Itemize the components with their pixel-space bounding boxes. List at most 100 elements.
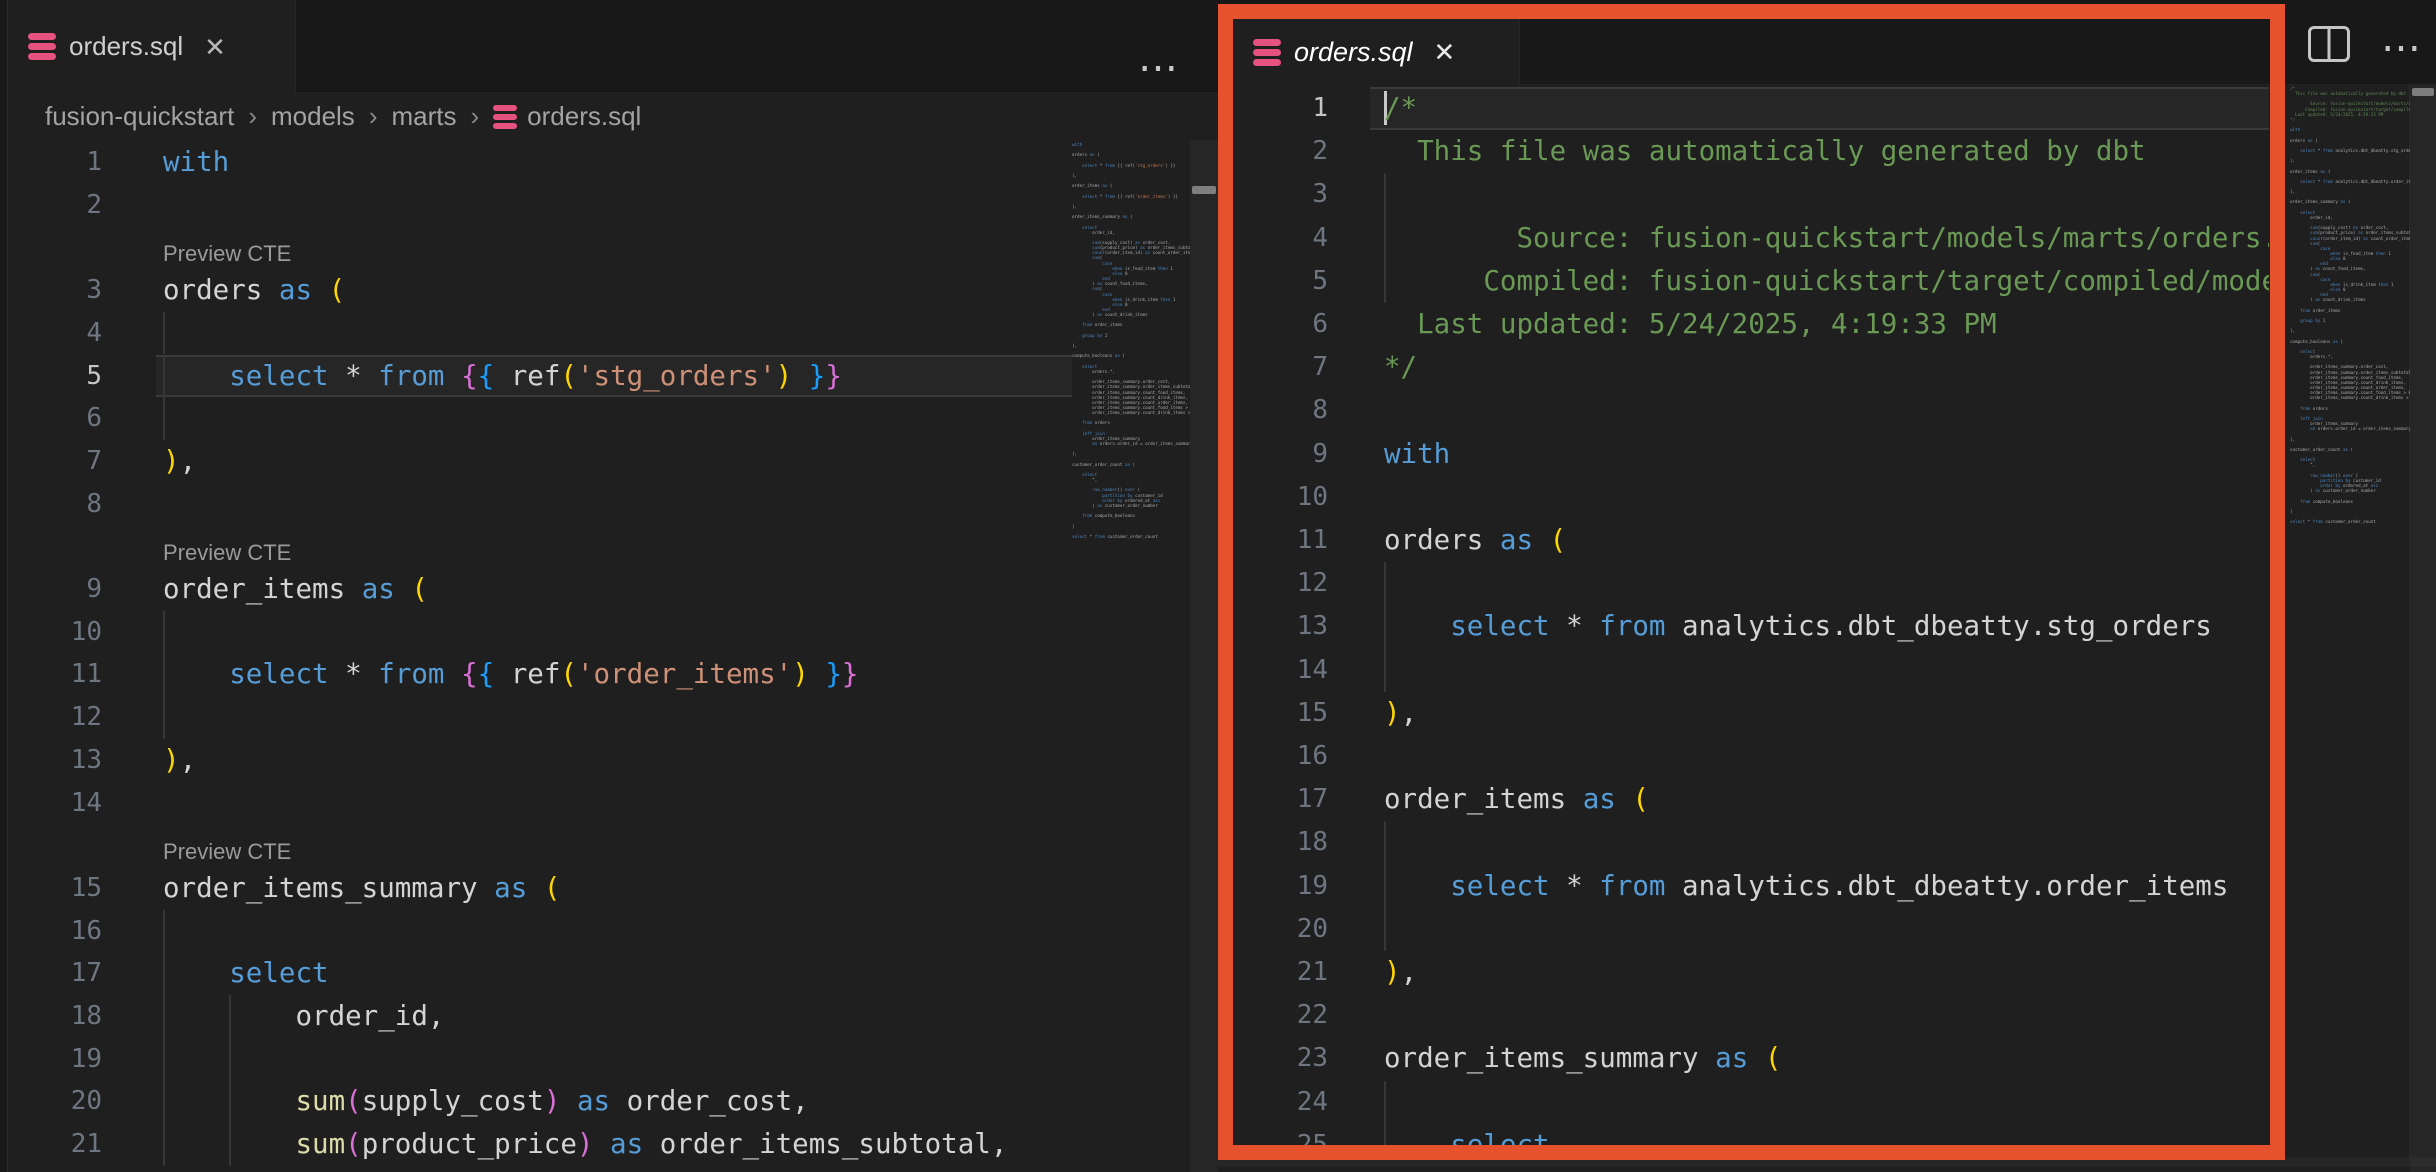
tab-orders-sql-right[interactable]: orders.sql ✕	[1233, 19, 1520, 85]
code-line[interactable]: 8	[0, 483, 1072, 526]
code-line[interactable]: 22	[1218, 994, 2269, 1037]
code-text: select * from analytics.dbt_dbeatty.orde…	[1384, 865, 2228, 908]
code-text: order_items_summary as (	[1384, 1037, 1781, 1080]
code-line[interactable]: 18 order_id,	[0, 995, 1072, 1038]
line-number: 1	[0, 141, 102, 184]
code-line[interactable]: 12	[1218, 562, 2269, 605]
breadcrumb-item-orders.sql[interactable]: orders.sql	[493, 101, 641, 132]
scrollbar-left[interactable]	[1190, 140, 1218, 1172]
code-editor-source[interactable]: 1with2Preview CTE3orders as (45 select *…	[0, 140, 1072, 1172]
code-line[interactable]: 19 select * from analytics.dbt_dbeatty.o…	[1218, 865, 2269, 908]
code-line[interactable]: 21 sum(product_price) as order_items_sub…	[0, 1123, 1072, 1166]
editor-actions-more-icon[interactable]: ⋯	[2381, 28, 2423, 68]
code-line[interactable]: 5 select * from {{ ref('stg_orders') }}	[0, 355, 1072, 398]
code-line[interactable]: 9with	[1218, 433, 2269, 476]
line-number: 8	[0, 483, 102, 526]
code-line[interactable]: 6	[0, 397, 1072, 440]
line-number: 9	[1218, 433, 1328, 476]
codelens-preview-cte[interactable]: Preview CTE	[163, 525, 1072, 568]
code-line[interactable]: 2	[0, 184, 1072, 227]
code-line[interactable]: 11 select * from {{ ref('order_items') }…	[0, 653, 1072, 696]
code-line[interactable]: 16	[0, 910, 1072, 953]
code-line[interactable]: 24	[1218, 1081, 2269, 1124]
code-line[interactable]: 2 This file was automatically generated …	[1218, 130, 2269, 173]
breadcrumb-item-models[interactable]: models	[271, 101, 355, 132]
code-line[interactable]: 5 Compiled: fusion-quickstart/target/com…	[1218, 260, 2269, 303]
tab-label: orders.sql	[69, 31, 183, 62]
code-text: sum(supply_cost) as order_cost,	[163, 1080, 809, 1123]
horizontal-scrollbar[interactable]	[1218, 1157, 2436, 1167]
scrollbar-right[interactable]	[2410, 85, 2436, 1172]
line-number: 8	[1218, 389, 1328, 432]
code-line[interactable]: 14	[1218, 649, 2269, 692]
breadcrumb-item-fusion-quickstart[interactable]: fusion-quickstart	[45, 101, 234, 132]
close-icon[interactable]: ✕	[1434, 39, 1456, 65]
indent-guide	[1384, 908, 1386, 951]
code-line[interactable]: 20 sum(supply_cost) as order_cost,	[0, 1080, 1072, 1123]
code-line[interactable]: 8	[1218, 389, 2269, 432]
tabbar-right: orders.sql ✕ ⋯	[1218, 0, 2436, 85]
code-line[interactable]: 7*/	[1218, 346, 2269, 389]
code-line[interactable]: 15),	[1218, 692, 2269, 735]
code-line[interactable]: 13 select * from analytics.dbt_dbeatty.s…	[1218, 605, 2269, 648]
code-line[interactable]: 20	[1218, 908, 2269, 951]
code-text: /*	[1384, 87, 1417, 130]
minimap-left[interactable]: with orders as ( select * from {{ ref('s…	[1072, 142, 1190, 1172]
code-line[interactable]: 6 Last updated: 5/24/2025, 4:19:33 PM	[1218, 303, 2269, 346]
code-line[interactable]: 3orders as (	[0, 269, 1072, 312]
code-line[interactable]: 13),	[0, 739, 1072, 782]
code-line[interactable]: 10	[1218, 476, 2269, 519]
line-number: 10	[1218, 476, 1328, 519]
code-text: select * from analytics.dbt_dbeatty.stg_…	[1384, 605, 2212, 648]
code-line[interactable]: 3	[1218, 173, 2269, 216]
tab-orders-sql-left[interactable]: orders.sql ✕	[8, 0, 296, 93]
code-text: This file was automatically generated by…	[1384, 130, 2146, 173]
editor-group-compiled: orders.sql ✕ ⋯ 1/*2 This file was automa…	[1218, 0, 2436, 1172]
close-icon[interactable]: ✕	[204, 34, 226, 60]
code-line[interactable]: 1 with	[0, 141, 1072, 184]
code-text: order_id,	[163, 995, 444, 1038]
code-line[interactable]: 9order_items as (	[0, 568, 1072, 611]
minimap-right[interactable]: /* This file was automatically generated…	[2290, 86, 2410, 1172]
code-text: sum(product_price) as order_items_subtot…	[163, 1123, 1007, 1166]
code-editor-compiled[interactable]: 1/*2 This file was automatically generat…	[1218, 85, 2269, 1172]
indent-guide	[163, 1038, 165, 1081]
line-number: 16	[1218, 735, 1328, 778]
breadcrumb-label: marts	[391, 101, 456, 132]
tab-label: orders.sql	[1294, 37, 1413, 68]
codelens-preview-cte[interactable]: Preview CTE	[163, 226, 1072, 269]
code-line[interactable]: 4 Source: fusion-quickstart/models/marts…	[1218, 217, 2269, 260]
line-number: 21	[1218, 951, 1328, 994]
code-text: */	[1384, 346, 1417, 389]
code-line[interactable]: 17order_items as (	[1218, 778, 2269, 821]
code-line[interactable]: 14	[0, 782, 1072, 825]
code-line[interactable]: 17 select	[0, 952, 1072, 995]
code-line[interactable]: 18	[1218, 821, 2269, 864]
code-line[interactable]: 16	[1218, 735, 2269, 778]
codelens-preview-cte[interactable]: Preview CTE	[163, 824, 1072, 867]
code-line[interactable]: 23order_items_summary as (	[1218, 1037, 2269, 1080]
code-text: Last updated: 5/24/2025, 4:19:33 PM	[1384, 303, 1997, 346]
code-line[interactable]: 15order_items_summary as (	[0, 867, 1072, 910]
breadcrumb-item-marts[interactable]: marts	[391, 101, 456, 132]
line-number: 17	[1218, 778, 1328, 821]
scrollbar-thumb[interactable]	[2412, 88, 2434, 96]
code-line[interactable]: 7),	[0, 440, 1072, 483]
code-text: ),	[1384, 692, 1417, 735]
chevron-right-icon: ›	[369, 101, 378, 132]
code-line[interactable]: 21),	[1218, 951, 2269, 994]
code-line[interactable]: 11orders as (	[1218, 519, 2269, 562]
split-editor-icon[interactable]	[2308, 26, 2350, 62]
code-line[interactable]: 4	[0, 312, 1072, 355]
line-number: 6	[1218, 303, 1328, 346]
code-line[interactable]: 10	[0, 611, 1072, 654]
indent-guide	[1384, 821, 1386, 864]
code-line[interactable]: 19	[0, 1038, 1072, 1081]
code-line[interactable]: 1/*	[1218, 87, 2269, 130]
code-text: orders as (	[1384, 519, 1566, 562]
code-text: with	[163, 141, 229, 184]
code-line[interactable]: 12	[0, 696, 1072, 739]
scrollbar-thumb[interactable]	[1192, 186, 1216, 194]
line-number: 13	[0, 739, 102, 782]
editor-actions-more-icon[interactable]: ⋯	[1138, 48, 1180, 88]
